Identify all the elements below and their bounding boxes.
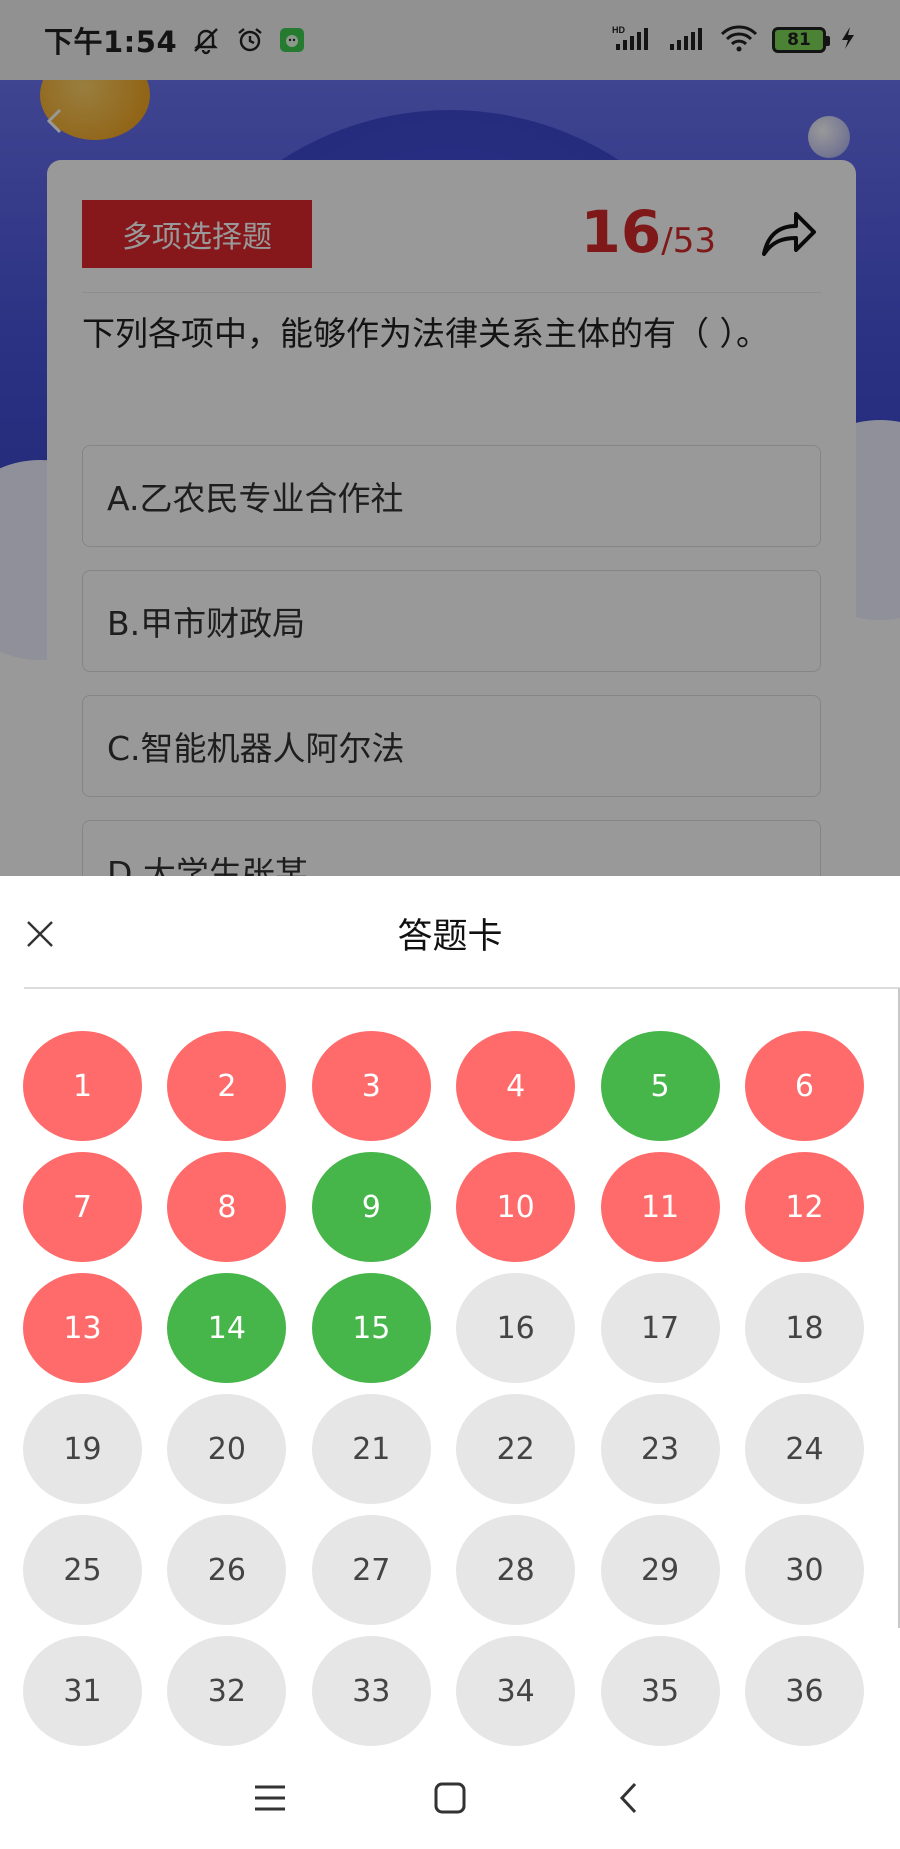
answer-sheet: 答题卡 1 2 3 4 5 6 7 8 9 10 11 12 13 14 15 16 17 18 19 20 21 22 2… [0, 876, 900, 1746]
answer-cell-13[interactable]: 13 [23, 1273, 142, 1383]
answer-cell-12[interactable]: 12 [744, 1152, 864, 1262]
answer-cell-35[interactable]: 35 [600, 1636, 720, 1746]
answer-sheet-divider [24, 987, 900, 989]
answer-cell-4[interactable]: 4 [456, 1031, 576, 1141]
answer-cell-30[interactable]: 30 [744, 1515, 864, 1625]
answer-cell-7[interactable]: 7 [23, 1152, 142, 1262]
answer-cell-9[interactable]: 9 [311, 1152, 431, 1262]
answer-cell-11[interactable]: 11 [600, 1152, 720, 1262]
answer-cell-33[interactable]: 33 [311, 1636, 431, 1746]
answer-cell-14[interactable]: 14 [167, 1273, 287, 1383]
answer-cell-1[interactable]: 1 [23, 1031, 142, 1141]
answer-cell-3[interactable]: 3 [311, 1031, 431, 1141]
navigation-bar [0, 1746, 900, 1849]
dim-overlay[interactable] [0, 0, 900, 876]
answer-cell-27[interactable]: 27 [311, 1515, 431, 1625]
answer-cell-6[interactable]: 6 [744, 1031, 864, 1141]
answer-cell-20[interactable]: 20 [167, 1394, 287, 1504]
answer-sheet-header: 答题卡 [0, 876, 900, 988]
answer-cell-10[interactable]: 10 [456, 1152, 576, 1262]
answer-cell-5[interactable]: 5 [600, 1031, 720, 1141]
answer-cell-25[interactable]: 25 [23, 1515, 142, 1625]
answer-cell-23[interactable]: 23 [600, 1394, 720, 1504]
menu-icon[interactable] [240, 1768, 300, 1828]
answer-cell-2[interactable]: 2 [167, 1031, 287, 1141]
answer-cell-19[interactable]: 19 [23, 1394, 142, 1504]
answer-cell-18[interactable]: 18 [744, 1273, 864, 1383]
home-square-icon[interactable] [420, 1768, 480, 1828]
answer-cell-34[interactable]: 34 [456, 1636, 576, 1746]
answer-cell-36[interactable]: 36 [744, 1636, 864, 1746]
answer-sheet-title: 答题卡 [397, 917, 503, 957]
answer-cell-22[interactable]: 22 [456, 1394, 576, 1504]
answer-cell-28[interactable]: 28 [456, 1515, 576, 1625]
answer-cell-8[interactable]: 8 [167, 1152, 287, 1262]
answer-cell-32[interactable]: 32 [167, 1636, 287, 1746]
answer-cell-24[interactable]: 24 [744, 1394, 864, 1504]
back-chevron-icon[interactable] [600, 1768, 660, 1828]
answer-grid: 1 2 3 4 5 6 7 8 9 10 11 12 13 14 15 16 17 18 19 20 21 22 23 24 2… [23, 1031, 864, 1746]
answer-cell-17[interactable]: 17 [600, 1273, 720, 1383]
screen: 下午1:54 HD 81 多项选择题 16 / 53 下列各项中，能够作为法律关… [0, 0, 900, 1849]
answer-cell-29[interactable]: 29 [600, 1515, 720, 1625]
answer-cell-26[interactable]: 26 [167, 1515, 287, 1625]
answer-cell-21[interactable]: 21 [311, 1394, 431, 1504]
answer-cell-15[interactable]: 15 [311, 1273, 431, 1383]
answer-cell-16[interactable]: 16 [456, 1273, 576, 1383]
answer-cell-31[interactable]: 31 [23, 1636, 142, 1746]
